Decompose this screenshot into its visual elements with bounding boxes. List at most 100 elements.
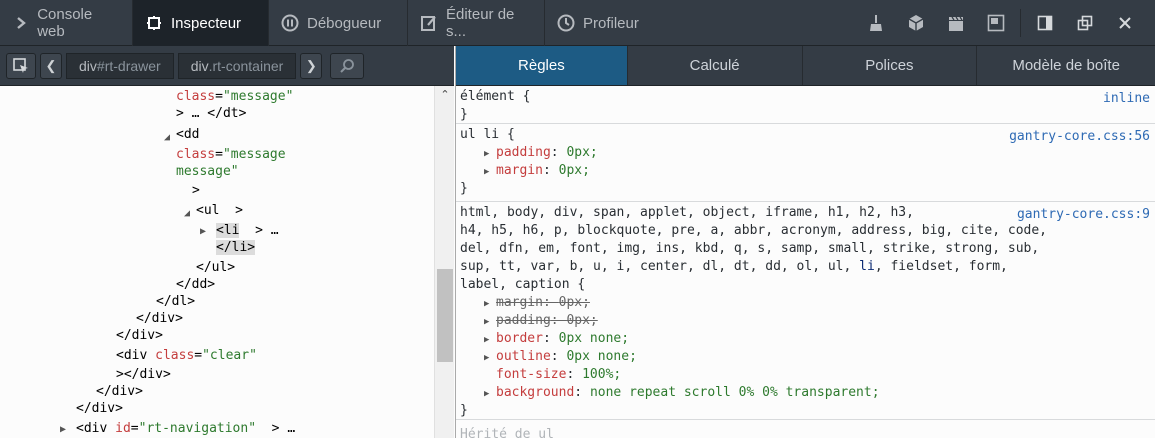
collapsed-twisty-icon[interactable]: ▶ bbox=[200, 223, 206, 240]
markup-node[interactable]: <div class="clear" bbox=[116, 347, 257, 364]
tab-style-editor[interactable]: Éditeur de s... bbox=[408, 0, 545, 46]
rule-source-link[interactable]: inline bbox=[1103, 90, 1150, 108]
chevron-right-icon bbox=[12, 14, 29, 32]
close-icon[interactable] bbox=[1105, 0, 1145, 46]
tab-label: Éditeur de s... bbox=[446, 6, 515, 40]
rule-source-link[interactable]: gantry-core.css:56 bbox=[1009, 128, 1150, 146]
expanded-twisty-icon[interactable]: ◢ bbox=[184, 205, 190, 222]
property-value[interactable]: 0px none; bbox=[566, 349, 636, 364]
css-declaration-overridden[interactable]: ▶ margin: 0px; bbox=[460, 294, 1155, 312]
markup-node[interactable]: > … </dt> bbox=[176, 105, 246, 122]
cube-icon[interactable] bbox=[896, 0, 936, 46]
rules-list: élément { inline } ul li { gantry-core.c… bbox=[456, 86, 1155, 438]
css-rule: html, body, div, span, applet, object, i… bbox=[456, 204, 1155, 420]
markup-node[interactable]: </dl> bbox=[156, 293, 195, 310]
rule-selector[interactable]: del, dfn, em, font, img, ins, kbd, q, s,… bbox=[460, 240, 1155, 258]
markup-node[interactable]: <div id="rt-navigation" > … bbox=[76, 420, 295, 437]
breadcrumb-next-button[interactable]: ❯ bbox=[300, 52, 323, 79]
markup-node[interactable]: class="message bbox=[176, 146, 286, 163]
rule-selector[interactable]: élément { bbox=[460, 88, 1155, 106]
css-declaration[interactable]: ▶ margin: 0px; bbox=[460, 162, 1155, 180]
tab-box-model[interactable]: Modèle de boîte bbox=[977, 46, 1155, 85]
property-value[interactable]: 0px; bbox=[559, 163, 590, 178]
markup-node[interactable]: <dd bbox=[176, 126, 199, 143]
expand-twisty-icon[interactable]: ▶ bbox=[484, 145, 496, 163]
breadcrumb-prev-button[interactable]: ❮ bbox=[40, 52, 62, 79]
property-value[interactable]: 0px; bbox=[559, 295, 590, 310]
tag-text: </div> bbox=[76, 401, 123, 416]
css-declaration[interactable]: ▶ padding: 0px; bbox=[460, 144, 1155, 162]
equals: = bbox=[215, 147, 223, 162]
expand-twisty-icon[interactable]: ▶ bbox=[484, 331, 496, 349]
property-name[interactable]: outline bbox=[496, 349, 551, 364]
markup-node[interactable]: ></div> bbox=[116, 366, 171, 383]
equals: = bbox=[194, 348, 203, 363]
property-value[interactable]: 0px none; bbox=[559, 331, 629, 346]
property-name[interactable]: font-size bbox=[496, 367, 566, 382]
rule-source-link[interactable]: gantry-core.css:9 bbox=[1017, 206, 1150, 224]
property-value[interactable]: none repeat scroll 0% 0% transparent; bbox=[590, 385, 880, 400]
markup-node[interactable]: </div> bbox=[116, 327, 163, 344]
element-picker-button[interactable] bbox=[6, 52, 36, 79]
css-declaration[interactable]: font-size: 100%; bbox=[460, 366, 1155, 384]
tab-label: Console web bbox=[37, 6, 93, 40]
markup-search-button[interactable] bbox=[330, 52, 365, 79]
css-declaration-overridden[interactable]: ▶ padding: 0px; bbox=[460, 312, 1155, 330]
markup-node[interactable]: </div> bbox=[136, 310, 183, 327]
clapperboard-icon[interactable] bbox=[936, 0, 976, 46]
tab-inspector[interactable]: Inspecteur bbox=[133, 0, 269, 46]
scrollbar-thumb[interactable] bbox=[437, 269, 453, 362]
tab-console-web[interactable]: Console web bbox=[0, 0, 133, 46]
css-declaration[interactable]: ▶ background: none repeat scroll 0% 0% tr… bbox=[460, 384, 1155, 402]
undock-icon[interactable] bbox=[1065, 0, 1105, 46]
rule-selector[interactable]: sup, tt, var, b, u, i, center, dl, dt, d… bbox=[460, 258, 1155, 276]
css-declaration[interactable]: ▶ border: 0px none; bbox=[460, 330, 1155, 348]
css-rule: élément { inline } bbox=[456, 88, 1155, 124]
property-name[interactable]: padding bbox=[496, 145, 551, 160]
expand-twisty-icon[interactable]: ▶ bbox=[484, 385, 496, 403]
tab-profiler[interactable]: Profileur bbox=[545, 0, 673, 46]
inspector-icon bbox=[145, 14, 163, 32]
markup-node-selected[interactable]: <li > … bbox=[216, 222, 279, 239]
tag-text: > bbox=[219, 203, 243, 218]
property-value[interactable]: 0px; bbox=[566, 313, 597, 328]
property-name[interactable]: background bbox=[496, 385, 574, 400]
collapsed-twisty-icon[interactable]: ▶ bbox=[60, 421, 66, 438]
property-value[interactable]: 0px; bbox=[566, 145, 597, 160]
expand-twisty-icon[interactable]: ▶ bbox=[484, 349, 496, 367]
css-declaration[interactable]: ▶ outline: 0px none; bbox=[460, 348, 1155, 366]
breadcrumb-item[interactable]: div .rt-container bbox=[177, 52, 297, 79]
markup-node[interactable]: class="message" bbox=[176, 88, 293, 105]
expanded-twisty-icon[interactable]: ◢ bbox=[164, 129, 170, 146]
expand-twisty-icon[interactable]: ▶ bbox=[484, 295, 496, 313]
equals: = bbox=[215, 89, 223, 104]
rule-selector[interactable]: h4, h5, h6, p, blockquote, pre, a, abbr,… bbox=[460, 222, 1155, 240]
property-name[interactable]: border bbox=[496, 331, 543, 346]
tab-computed[interactable]: Calculé bbox=[628, 46, 803, 85]
markup-node[interactable]: </div> bbox=[76, 400, 123, 417]
rule-selector[interactable]: label, caption { bbox=[460, 276, 1155, 294]
markup-node[interactable]: message" bbox=[176, 163, 239, 180]
property-name[interactable]: margin bbox=[496, 295, 543, 310]
markup-node[interactable]: > bbox=[192, 182, 200, 199]
window-icon[interactable] bbox=[976, 0, 1016, 46]
tab-rules[interactable]: Règles bbox=[456, 46, 628, 85]
markup-scrollbar[interactable]: ⌃ bbox=[434, 86, 454, 438]
selector-text: ul li { bbox=[460, 127, 515, 142]
property-name[interactable]: padding bbox=[496, 313, 551, 328]
breadcrumb-item[interactable]: div #rt-drawer bbox=[66, 52, 174, 79]
markup-node-selected[interactable]: </li> bbox=[216, 239, 256, 256]
markup-node[interactable]: </div> bbox=[96, 383, 143, 400]
markup-node[interactable]: </ul> bbox=[196, 259, 235, 276]
split-pane-icon[interactable] bbox=[1025, 0, 1065, 46]
markup-node[interactable]: </dd> bbox=[176, 276, 215, 293]
tab-fonts[interactable]: Polices bbox=[803, 46, 978, 85]
broom-icon[interactable] bbox=[856, 0, 896, 46]
expand-twisty-icon[interactable]: ▶ bbox=[484, 313, 496, 331]
tab-debugger[interactable]: Débogueur bbox=[269, 0, 408, 46]
scroll-up-icon[interactable]: ⌃ bbox=[435, 86, 455, 102]
property-value[interactable]: 100%; bbox=[582, 367, 621, 382]
expand-twisty-icon[interactable]: ▶ bbox=[484, 163, 496, 181]
markup-node[interactable]: <ul > bbox=[196, 202, 243, 219]
property-name[interactable]: margin bbox=[496, 163, 543, 178]
